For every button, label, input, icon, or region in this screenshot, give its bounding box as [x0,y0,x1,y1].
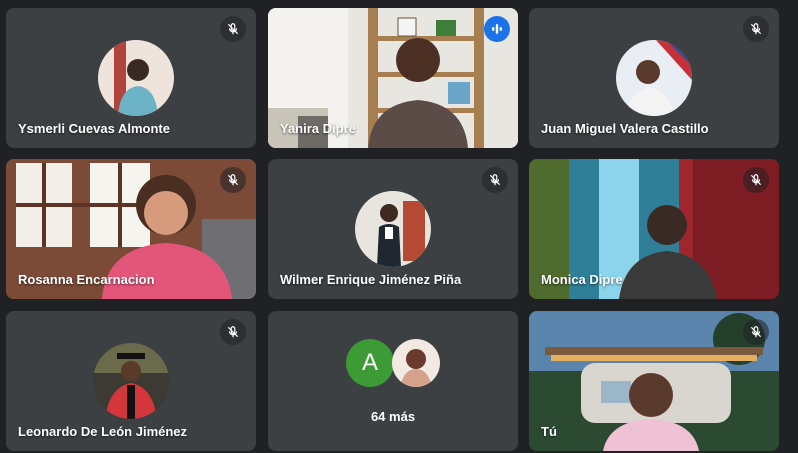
participant-tile-yanira[interactable]: Yanira Dipre [268,8,518,148]
participant-name: Leonardo De León Jiménez [18,424,188,439]
participant-name: Yanira Dipre [280,121,356,136]
audio-level-icon [484,16,510,42]
participant-tile-wilmer[interactable]: Wilmer Enrique Jiménez Piña [268,159,518,299]
participant-name: Rosanna Encarnacion [18,272,155,287]
participant-tile-rosanna[interactable]: Rosanna Encarnacion [6,159,256,299]
mic-off-icon [743,167,769,193]
avatar [616,40,692,116]
avatar [355,191,431,267]
mic-off-icon [220,16,246,42]
more-participants-tile[interactable]: A 64 más [268,311,518,451]
avatar-initial: A [346,339,394,387]
participant-name: Wilmer Enrique Jiménez Piña [280,272,462,287]
participant-tile-ysmerli[interactable]: Ysmerli Cuevas Almonte [6,8,256,148]
avatar [392,339,440,387]
mic-off-icon [220,319,246,345]
avatar [93,343,169,419]
mic-off-icon [220,167,246,193]
participant-name: Monica Dipre [541,272,623,287]
mic-off-icon [743,319,769,345]
participant-tile-self[interactable]: Tú [529,311,779,451]
participant-name: Ysmerli Cuevas Almonte [18,121,170,136]
avatar [98,40,174,116]
more-participants-count: 64 más [370,409,416,424]
participant-video [529,311,779,451]
participant-tile-leonardo[interactable]: Leonardo De León Jiménez [6,311,256,451]
mic-off-icon [482,167,508,193]
participant-name: Tú [541,424,557,439]
participant-name: Juan Miguel Valera Castillo [541,121,709,136]
mic-off-icon [743,16,769,42]
participant-tile-juan-miguel[interactable]: Juan Miguel Valera Castillo [529,8,779,148]
participant-tile-monica[interactable]: Monica Dipre [529,159,779,299]
